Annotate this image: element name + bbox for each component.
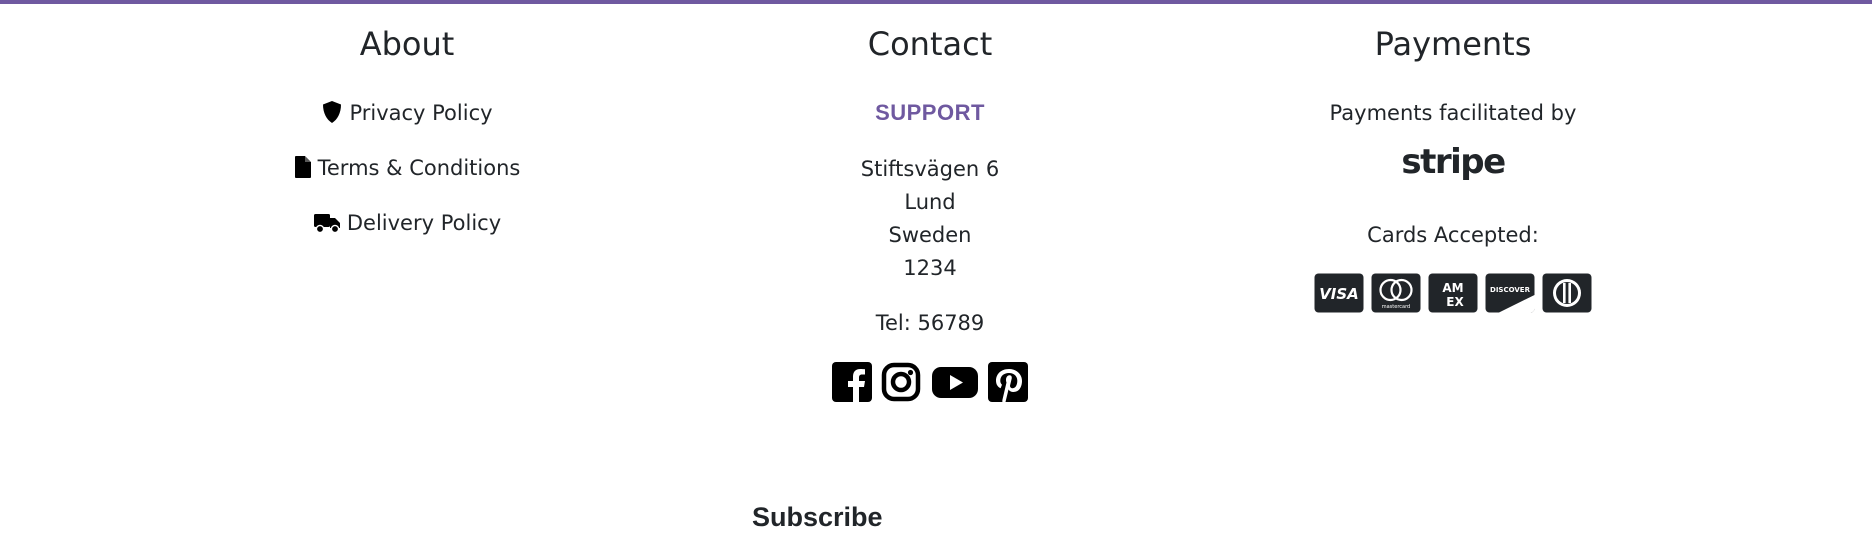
- youtube-icon[interactable]: [931, 362, 979, 406]
- payments-heading: Payments: [1374, 25, 1532, 63]
- delivery-policy-link[interactable]: Delivery Policy: [127, 208, 687, 242]
- terms-conditions-label: Terms & Conditions: [317, 156, 521, 180]
- stripe-logo: stripe: [1401, 142, 1506, 182]
- discover-icon: DISCOVER: [1485, 273, 1535, 313]
- subscribe-heading: Subscribe: [752, 502, 883, 532]
- privacy-policy-label: Privacy Policy: [349, 101, 493, 125]
- social-links: [650, 362, 1210, 404]
- svg-text:EX: EX: [1446, 295, 1464, 309]
- address-postcode: 1234: [903, 256, 957, 280]
- accepted-cards: VISA mastercard AM EX DISCOVER: [1173, 273, 1733, 315]
- mastercard-icon: mastercard: [1371, 273, 1421, 313]
- shield-icon: [321, 100, 343, 132]
- about-heading: About: [359, 25, 455, 63]
- instagram-icon[interactable]: [881, 362, 921, 406]
- payments-facilitated-text: Payments facilitated by: [1329, 101, 1577, 125]
- svg-text:AM: AM: [1442, 281, 1463, 295]
- terms-conditions-link[interactable]: Terms & Conditions: [127, 153, 687, 187]
- address-street: Stiftsvägen 6: [860, 157, 1000, 181]
- contact-heading: Contact: [867, 25, 993, 63]
- file-icon: [294, 155, 312, 187]
- address-country: Sweden: [888, 223, 972, 247]
- truck-icon: [313, 212, 341, 242]
- svg-text:DISCOVER: DISCOVER: [1490, 286, 1531, 294]
- delivery-policy-label: Delivery Policy: [346, 211, 502, 235]
- top-accent-bar: [0, 0, 1872, 4]
- facebook-icon[interactable]: [832, 362, 873, 406]
- svg-text:mastercard: mastercard: [1382, 304, 1410, 310]
- support-link[interactable]: SUPPORT: [650, 98, 1210, 128]
- pinterest-icon[interactable]: [987, 362, 1028, 406]
- address-city: Lund: [904, 190, 956, 214]
- telephone: Tel: 56789: [875, 311, 985, 335]
- privacy-policy-link[interactable]: Privacy Policy: [127, 98, 687, 132]
- cards-accepted-label: Cards Accepted:: [1367, 223, 1539, 247]
- visa-icon: VISA: [1314, 273, 1364, 313]
- diners-icon: [1542, 273, 1592, 313]
- amex-icon: AM EX: [1428, 273, 1478, 313]
- svg-text:VISA: VISA: [1319, 285, 1359, 303]
